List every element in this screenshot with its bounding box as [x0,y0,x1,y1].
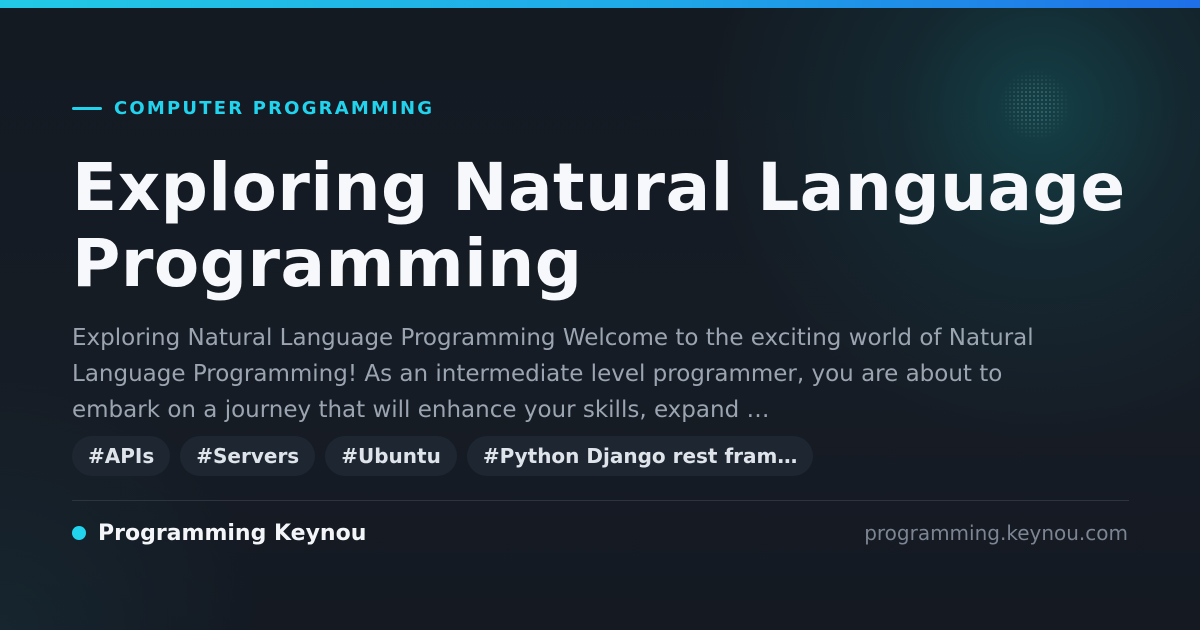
brand-name: Programming Keynou [98,520,367,546]
site-domain: programming.keynou.com [864,521,1128,545]
brand-dot-icon [72,526,86,540]
accent-top-bar [0,0,1200,8]
tag-ubuntu[interactable]: #Ubuntu [325,436,457,476]
page-title: Exploring Natural Language Programming [72,149,1126,302]
category-text: COMPUTER PROGRAMMING [114,97,435,119]
tag-servers[interactable]: #Servers [180,436,316,476]
social-preview-card: COMPUTER PROGRAMMING Exploring Natural L… [0,0,1200,630]
tag-python-django[interactable]: #Python Django rest fram… [466,436,814,476]
brand: Programming Keynou [72,518,366,548]
dot-pattern-decoration [1000,70,1070,140]
tag-list: #APIs #Servers #Ubuntu #Python Django re… [72,436,814,476]
tag-apis[interactable]: #APIs [72,436,171,476]
category-line-icon [72,106,102,110]
footer-divider [72,500,1129,501]
article-description: Exploring Natural Language Programming W… [72,325,1034,423]
category-label: COMPUTER PROGRAMMING [72,96,434,120]
